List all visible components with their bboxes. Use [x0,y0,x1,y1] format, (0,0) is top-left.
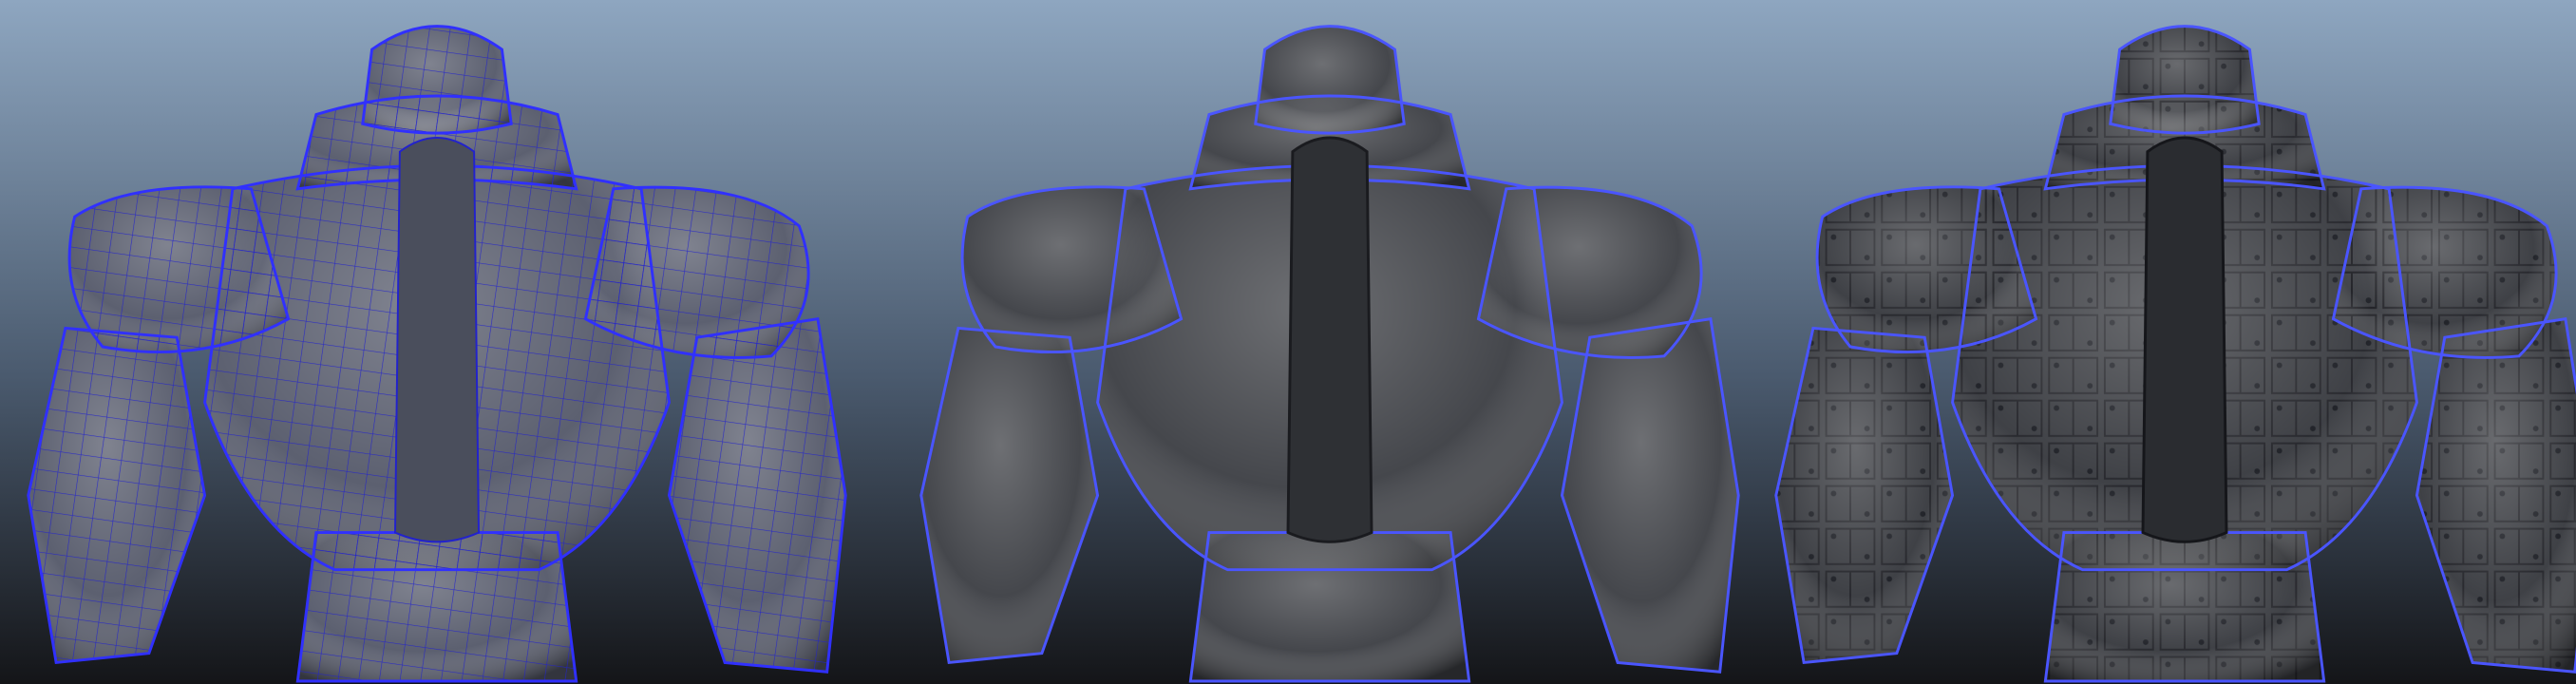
armored-figure-renders [0,0,2576,684]
render-viewport [0,0,2576,684]
